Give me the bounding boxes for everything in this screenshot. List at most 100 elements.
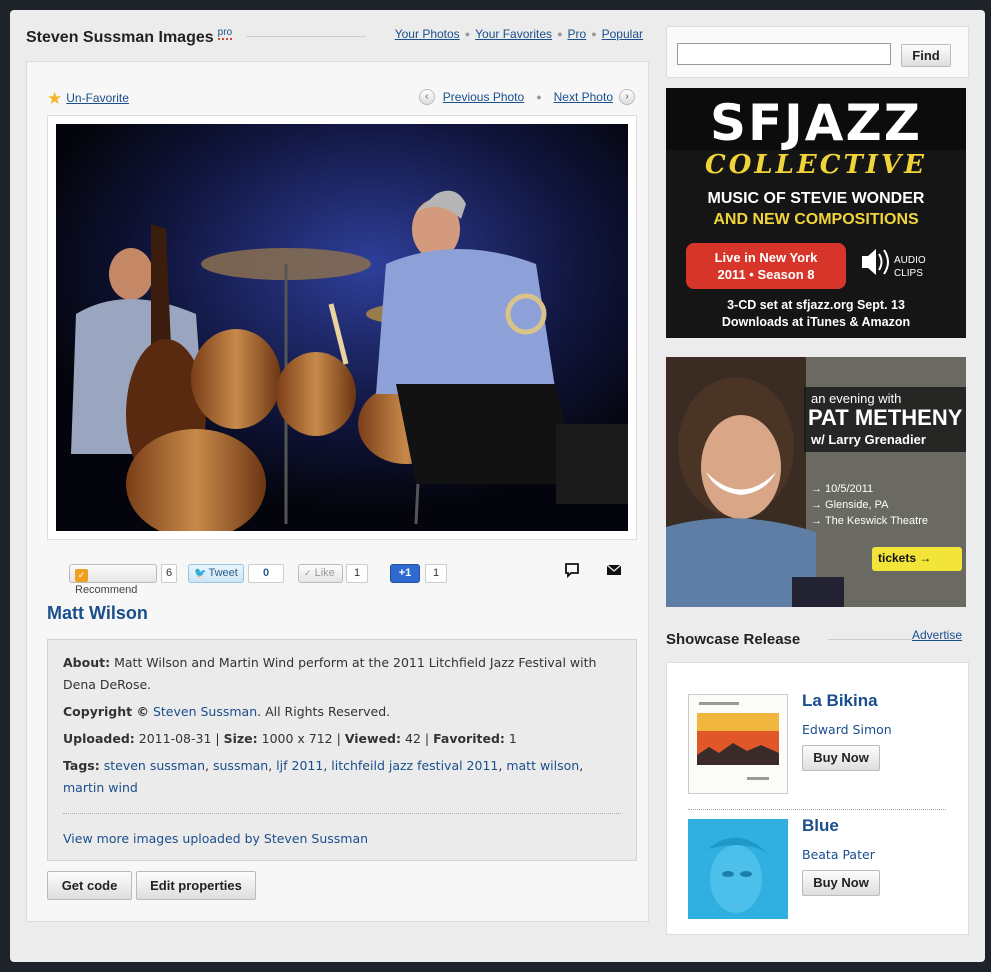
release-title-la-bikina[interactable]: La Bikina bbox=[802, 691, 878, 711]
advertise-link[interactable]: Advertise bbox=[912, 628, 962, 642]
size-label: Size: bbox=[223, 731, 258, 746]
release-divider bbox=[688, 809, 946, 810]
audio-clips-line-1: AUDIO bbox=[894, 255, 926, 266]
release-cover-blue[interactable] bbox=[688, 819, 788, 919]
copyright-row: Copyright © Steven Sussman. All Rights R… bbox=[63, 701, 621, 723]
ad2-venue: → The Keswick Theatre bbox=[811, 515, 928, 527]
tweet-button[interactable]: 🐦 Tweet bbox=[188, 564, 244, 583]
pager-separator: ● bbox=[536, 92, 542, 102]
copyright-owner-link[interactable]: Steven Sussman bbox=[153, 704, 257, 719]
chevron-left-icon[interactable]: ‹ bbox=[418, 89, 435, 105]
release-artist-beata-pater[interactable]: Beata Pater bbox=[802, 847, 875, 862]
info-divider bbox=[63, 813, 621, 814]
site-title[interactable]: Steven Sussman Images pro bbox=[26, 27, 233, 47]
recommend-label: Recommend bbox=[75, 584, 138, 596]
sfjazz-logo-text: SFJAZZ bbox=[710, 94, 922, 152]
nav-separator: ● bbox=[557, 29, 563, 39]
favorited-value: 1 bbox=[508, 731, 517, 746]
uploaded-value: 2011-08-31 bbox=[138, 731, 212, 746]
top-nav: Your Photos ● Your Favorites ● Pro ● Popular bbox=[395, 27, 643, 41]
release-title-blue[interactable]: Blue bbox=[802, 816, 839, 836]
recommend-count: 6 bbox=[161, 564, 177, 583]
release-cover-la-bikina[interactable] bbox=[688, 694, 788, 794]
tag-link[interactable]: matt wilson bbox=[506, 758, 579, 773]
tag-link[interactable]: martin wind bbox=[63, 780, 138, 795]
ad2-intro: an evening with bbox=[811, 391, 902, 406]
pro-badge[interactable]: pro bbox=[217, 27, 233, 40]
favorite-toggle[interactable]: ★ Un-Favorite bbox=[47, 89, 129, 109]
showcase-panel: La Bikina Edward Simon Buy Now Blue Beat… bbox=[666, 662, 969, 935]
tag-link[interactable]: ljf 2011 bbox=[276, 758, 323, 773]
ad2-headliner: PAT METHENY bbox=[808, 405, 963, 430]
ad1-headline-1: MUSIC OF STEVIE WONDER bbox=[707, 190, 925, 207]
tags-label: Tags: bbox=[63, 758, 100, 773]
about-label: About: bbox=[63, 655, 111, 670]
nav-separator: ● bbox=[464, 29, 471, 39]
metheny-ad-banner[interactable]: an evening with PAT METHENY w/ Larry Gre… bbox=[666, 357, 966, 607]
search-input[interactable] bbox=[677, 43, 891, 65]
email-icon[interactable] bbox=[606, 562, 622, 583]
buy-now-button[interactable]: Buy Now bbox=[802, 870, 880, 896]
find-button[interactable]: Find bbox=[901, 44, 951, 67]
nav-separator: ● bbox=[591, 29, 597, 39]
plusone-count: 1 bbox=[425, 564, 447, 583]
nav-popular[interactable]: Popular bbox=[602, 27, 643, 41]
main-photo[interactable] bbox=[56, 124, 628, 531]
sfjazz-ad-banner[interactable]: SFJAZZ COLLECTIVE MUSIC OF STEVIE WONDER… bbox=[666, 88, 966, 338]
ad2-city: → Glenside, PA bbox=[811, 499, 889, 511]
ad1-badge-line-2: 2011 • Season 8 bbox=[717, 267, 815, 282]
tweet-count: 0 bbox=[248, 564, 284, 583]
tweet-label: Tweet bbox=[208, 567, 238, 579]
comment-icon[interactable] bbox=[564, 562, 580, 583]
tag-link[interactable]: sussman bbox=[213, 758, 268, 773]
ad1-headline-2: AND NEW COMPOSITIONS bbox=[713, 211, 919, 228]
ad2-date: → 10/5/2011 bbox=[811, 483, 874, 495]
copyright-label: Copyright © bbox=[63, 704, 149, 719]
tag-link[interactable]: steven sussman bbox=[104, 758, 205, 773]
about-text: Matt Wilson and Martin Wind perform at t… bbox=[63, 655, 597, 692]
photo-panel: ★ Un-Favorite ‹ Previous Photo ● Next Pho… bbox=[26, 61, 649, 922]
social-share-bar: ✓ Recommend 6 🐦 Tweet 0 ✓ Like 1 +1 1 bbox=[47, 562, 637, 596]
twitter-bird-icon: 🐦 bbox=[194, 568, 207, 579]
nav-your-favorites[interactable]: Your Favorites bbox=[475, 27, 552, 41]
next-photo-link[interactable]: Next Photo bbox=[554, 90, 613, 104]
ad1-badge-line-1: Live in New York bbox=[714, 250, 818, 265]
photo-info: About: Matt Wilson and Martin Wind perfo… bbox=[47, 639, 637, 861]
view-more-images-link[interactable]: View more images uploaded by Steven Suss… bbox=[63, 831, 368, 846]
recommend-button[interactable]: ✓ Recommend bbox=[69, 564, 157, 596]
tickets-button[interactable]: tickets → bbox=[878, 551, 931, 565]
photo-pager: ‹ Previous Photo ● Next Photo › bbox=[418, 89, 635, 105]
thumbs-up-icon: ✓ bbox=[304, 568, 312, 578]
unfavorite-link[interactable]: Un-Favorite bbox=[66, 91, 129, 105]
get-code-button[interactable]: Get code bbox=[47, 871, 132, 900]
album-art bbox=[688, 819, 788, 919]
uploaded-label: Uploaded: bbox=[63, 731, 135, 746]
chevron-right-icon[interactable]: › bbox=[619, 89, 635, 105]
audio-clips-line-2: CLIPS bbox=[894, 268, 923, 279]
showcase-title: Showcase Release bbox=[666, 631, 801, 648]
page-container: Steven Sussman Images pro Your Photos ● You… bbox=[10, 10, 985, 962]
release-artist-edward-simon[interactable]: Edward Simon bbox=[802, 722, 892, 737]
album-art bbox=[689, 695, 787, 793]
nav-pro[interactable]: Pro bbox=[568, 27, 587, 41]
ad2-guest: w/ Larry Grenadier bbox=[811, 432, 926, 447]
like-button[interactable]: ✓ Like bbox=[298, 564, 343, 583]
search-panel: Find bbox=[666, 26, 969, 78]
buy-now-button[interactable]: Buy Now bbox=[802, 745, 880, 771]
previous-photo-link[interactable]: Previous Photo bbox=[443, 90, 524, 104]
tags-row: Tags: steven sussman, sussman, ljf 2011,… bbox=[63, 758, 584, 795]
google-plusone-button[interactable]: +1 bbox=[390, 564, 420, 583]
collective-text: COLLECTIVE bbox=[705, 150, 927, 180]
like-label: Like bbox=[314, 567, 335, 579]
viewed-value: 42 bbox=[405, 731, 421, 746]
site-title-text: Steven Sussman Images bbox=[26, 29, 214, 46]
tag-link[interactable]: litchfeild jazz festival 2011 bbox=[331, 758, 498, 773]
viewed-label: Viewed: bbox=[344, 731, 402, 746]
nav-your-photos[interactable]: Your Photos bbox=[395, 27, 460, 41]
star-icon: ★ bbox=[47, 89, 63, 108]
showcase-divider bbox=[828, 639, 912, 640]
edit-properties-button[interactable]: Edit properties bbox=[136, 871, 256, 900]
stats-row: Uploaded: 2011-08-31 | Size: 1000 x 712 … bbox=[63, 731, 517, 746]
ad1-footer-2: Downloads at iTunes & Amazon bbox=[721, 315, 911, 329]
photo-frame bbox=[47, 115, 637, 540]
